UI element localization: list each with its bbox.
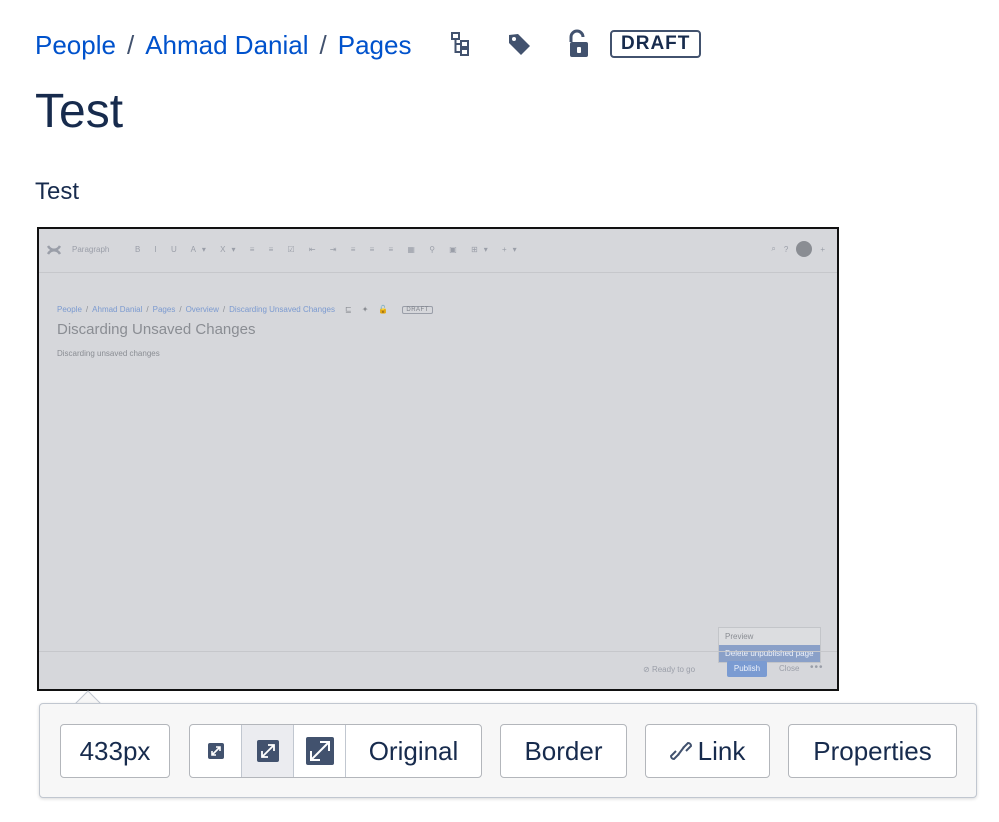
large-size-button[interactable] <box>294 725 346 777</box>
embedded-menu-item-preview: Preview <box>725 632 754 641</box>
embedded-add-icon: + <box>820 244 825 254</box>
breadcrumb-separator: / <box>126 29 135 60</box>
unlock-icon[interactable] <box>564 29 592 59</box>
border-button[interactable]: Border <box>500 724 627 778</box>
embedded-title: Discarding Unsaved Changes <box>57 321 256 338</box>
embedded-toolbar-right: ⌕ ? + <box>771 241 825 257</box>
page-title: Test <box>35 85 124 138</box>
page-body-text: Test <box>35 178 80 205</box>
embedded-avatar <box>796 241 813 257</box>
embedded-toolbar: Paragraph B I U A▾ X▾ ≡ ≡ ☑ ⇤ ⇥ ≡ ≡ ≡ ▦ … <box>39 229 837 273</box>
embedded-ready-status: ⊘ Ready to go <box>643 665 696 674</box>
embedded-format-buttons: B I U A▾ X▾ ≡ ≡ ☑ ⇤ ⇥ ≡ ≡ ≡ ▦ ⚲ ▣ ⊞▾ +▾ <box>135 245 523 254</box>
embedded-breadcrumb-item: People <box>57 305 82 314</box>
embedded-search-icon: ⌕ <box>771 244 776 253</box>
embedded-breadcrumb-item: Pages <box>152 305 176 314</box>
popup-caret <box>75 690 101 704</box>
embedded-close-button: Close <box>779 664 800 673</box>
properties-button[interactable]: Properties <box>788 724 957 778</box>
embedded-breadcrumb: People / Ahmad Danial / Pages / Overview / D… <box>57 305 433 314</box>
image-size-group: Original <box>189 724 482 778</box>
link-icon <box>669 739 692 763</box>
embedded-help-icon: ? <box>783 244 789 254</box>
image-properties-toolbar: 433px Original Border Link Properties <box>39 703 977 798</box>
embedded-publish-button: Publish <box>727 661 767 677</box>
embedded-style-dropdown: Paragraph <box>72 245 110 254</box>
breadcrumb: People / Ahmad Danial / Pages <box>35 28 411 62</box>
medium-size-button[interactable] <box>242 725 294 777</box>
large-size-icon <box>305 737 334 765</box>
embedded-breadcrumb-item: Discarding Unsaved Changes <box>229 305 335 314</box>
page-meta-icons: DRAFT <box>446 26 702 62</box>
embedded-footer: ⊘ Ready to go Publish Close ••• <box>39 651 837 689</box>
medium-size-icon <box>256 740 279 762</box>
image-width-input[interactable]: 433px <box>60 724 170 778</box>
embedded-ready-text: Ready to go <box>651 665 696 674</box>
embedded-breadcrumb-item: Ahmad Danial <box>92 305 143 314</box>
link-button[interactable]: Link <box>645 724 770 778</box>
page-tree-icon[interactable] <box>446 29 474 59</box>
embedded-breadcrumb-item: Overview <box>185 305 219 314</box>
small-size-button[interactable] <box>190 725 242 777</box>
confluence-logo-icon <box>47 245 61 255</box>
status-badge: DRAFT <box>610 30 702 58</box>
link-button-label: Link <box>697 735 746 766</box>
breadcrumb-pages[interactable]: Pages <box>338 30 412 61</box>
original-size-button[interactable]: Original <box>346 725 481 777</box>
breadcrumb-people[interactable]: People <box>35 30 116 61</box>
embedded-image[interactable]: Paragraph B I U A▾ X▾ ≡ ≡ ☑ ⇤ ⇥ ≡ ≡ ≡ ▦ … <box>37 227 839 691</box>
small-size-icon <box>207 743 224 759</box>
embedded-meta-icons: ⊑✦🔓 <box>344 305 399 314</box>
embedded-more-button: ••• <box>810 662 824 673</box>
breadcrumb-separator: / <box>319 29 327 60</box>
embedded-body-text: Discarding unsaved changes <box>57 349 160 358</box>
breadcrumb-ahmad-danial[interactable]: Ahmad Danial <box>145 30 308 61</box>
embedded-status-badge: DRAFT <box>402 305 433 314</box>
label-tag-icon[interactable] <box>505 29 533 59</box>
